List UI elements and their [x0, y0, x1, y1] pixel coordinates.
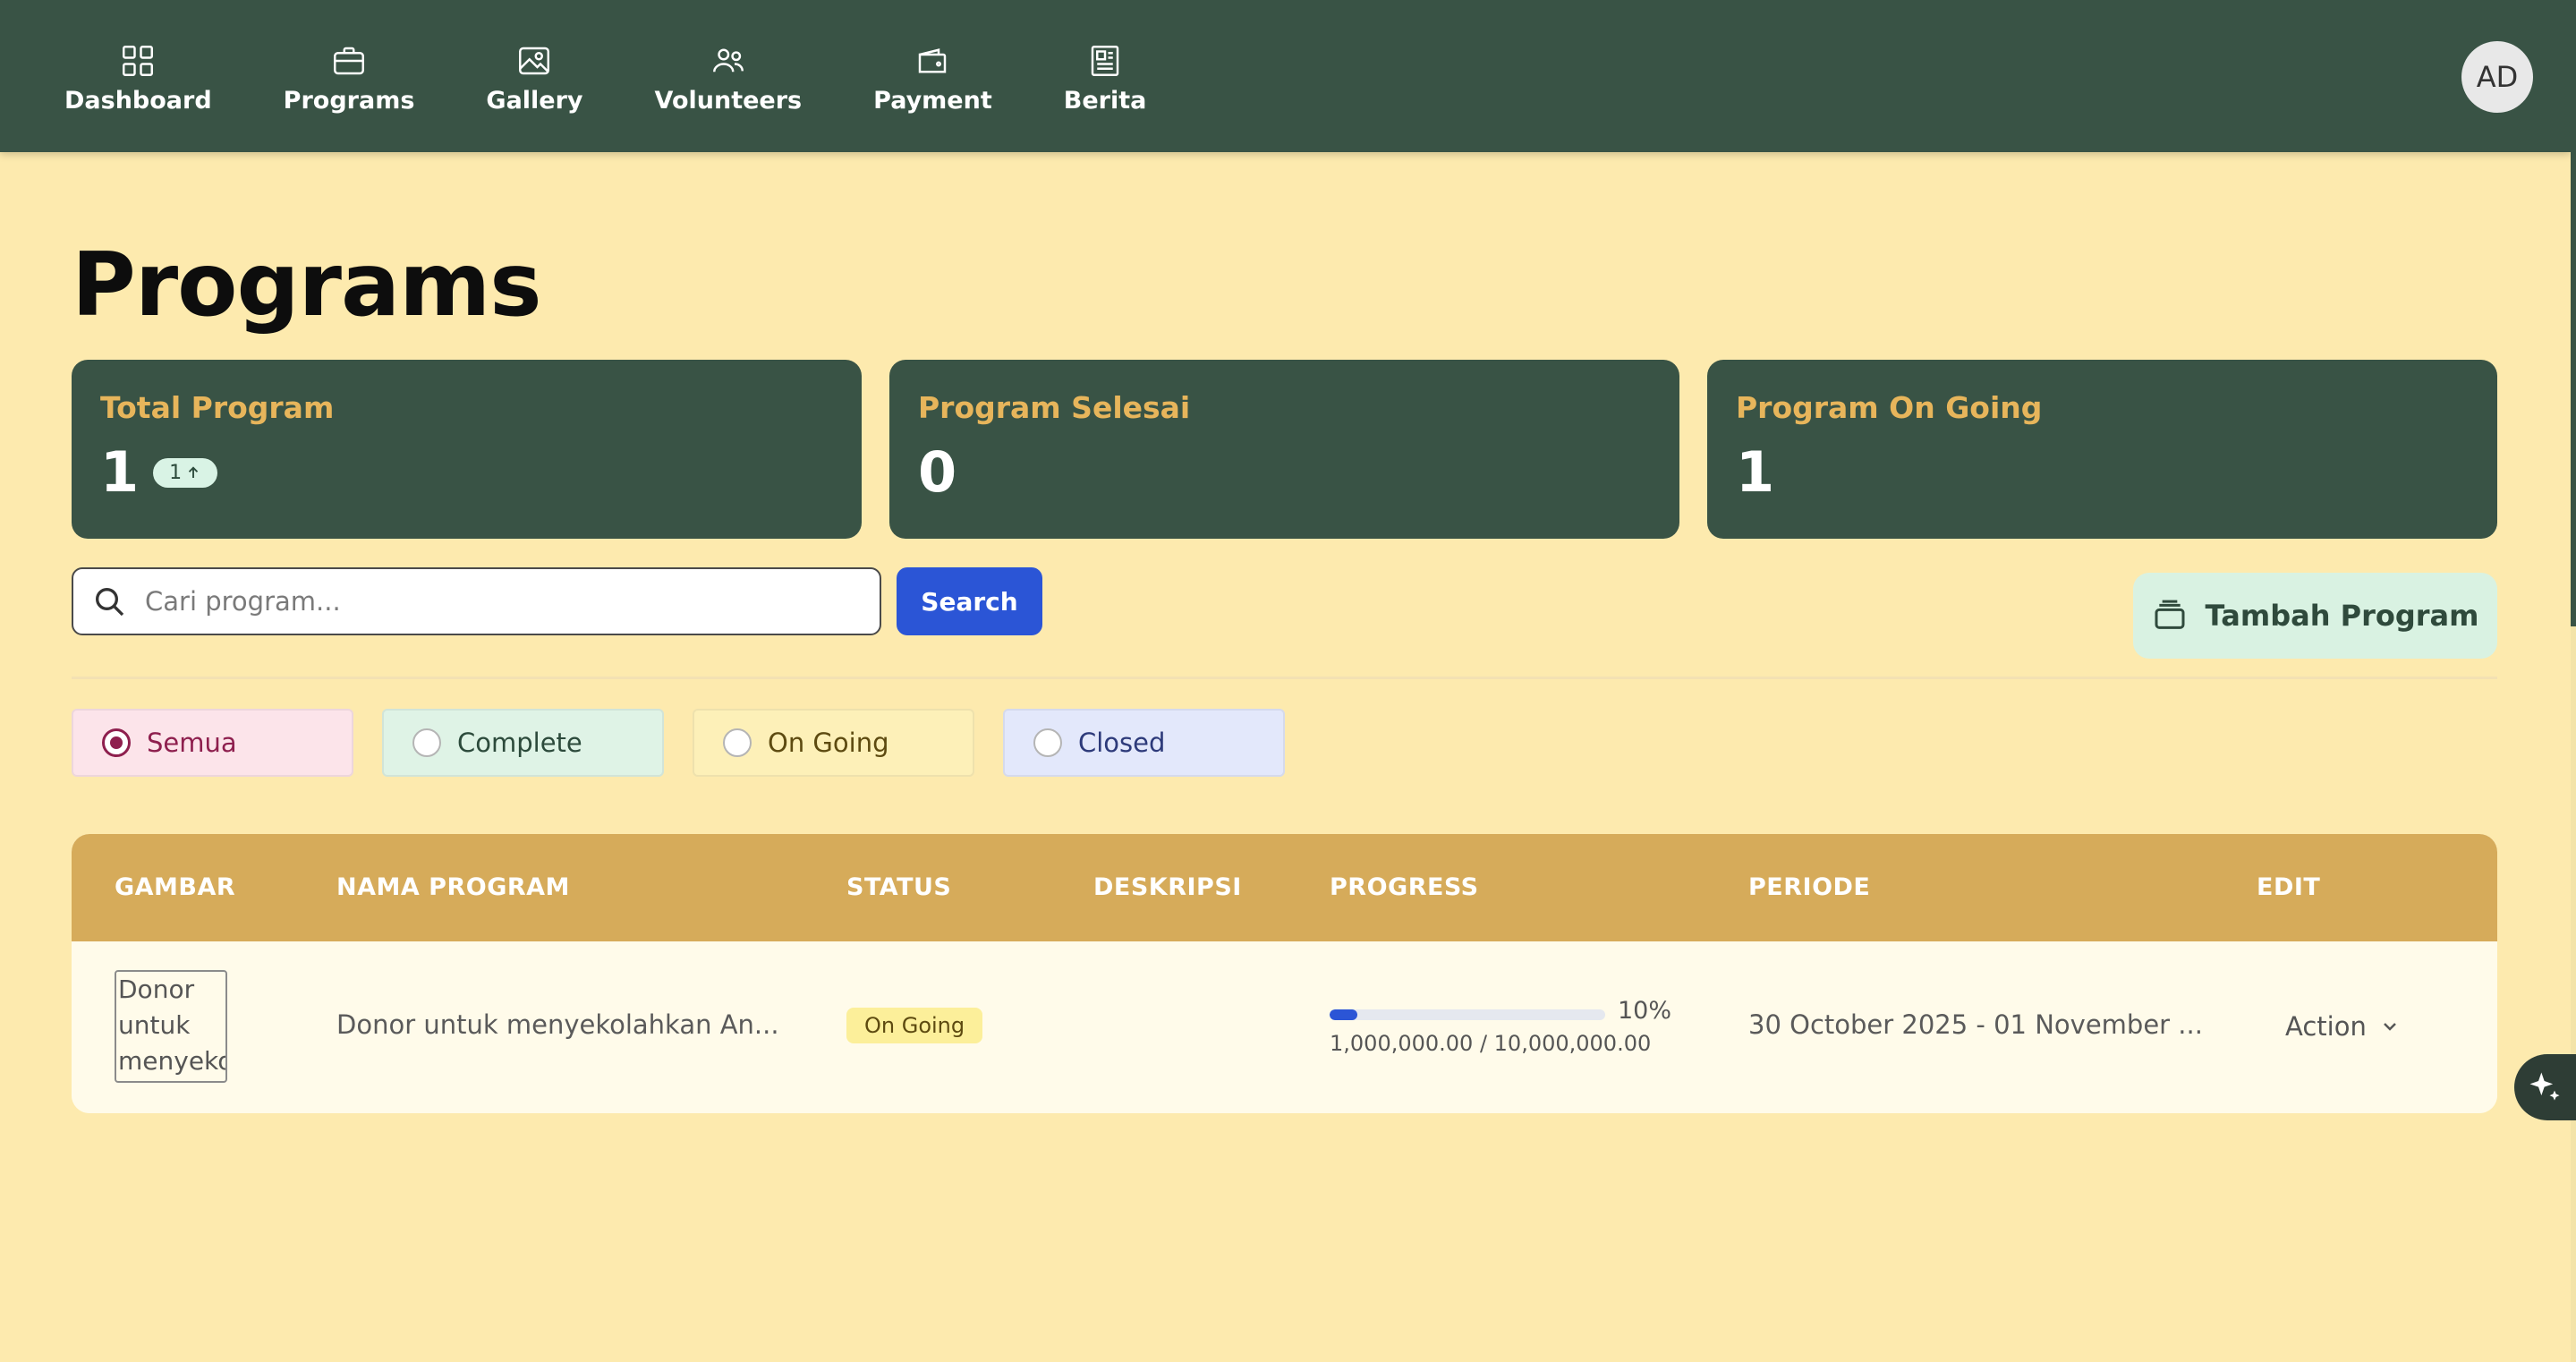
- action-label: Action: [2285, 1011, 2367, 1042]
- programs-table: GAMBAR NAMA PROGRAM STATUS DESKRIPSI PRO…: [72, 834, 2497, 1113]
- divider: [72, 677, 2497, 679]
- program-image: Donor untuk menyeko: [115, 970, 227, 1083]
- stat-title: Total Program: [100, 390, 335, 425]
- status-badge: On Going: [846, 1008, 983, 1043]
- table-header: GAMBAR NAMA PROGRAM STATUS DESKRIPSI PRO…: [72, 834, 2497, 941]
- top-navbar: Dashboard Programs Gallery Volunteers Pa…: [0, 0, 2571, 152]
- nav-label: Volunteers: [654, 86, 803, 115]
- scrollbar-track[interactable]: [2571, 0, 2576, 1362]
- page-title: Programs: [72, 234, 542, 336]
- nav-label: Gallery: [486, 86, 583, 115]
- program-name: Donor untuk menyekolahkan An...: [336, 1009, 779, 1040]
- stat-value: 0: [918, 439, 957, 505]
- filter-label: Complete: [457, 728, 582, 758]
- action-dropdown[interactable]: Action: [2285, 1011, 2401, 1042]
- table-row: Donor untuk menyeko Donor untuk menyekol…: [72, 941, 2497, 1113]
- nav-items: Dashboard Programs Gallery Volunteers Pa…: [64, 38, 1218, 115]
- stat-title: Program Selesai: [918, 390, 1191, 425]
- nav-item-programs[interactable]: Programs: [283, 38, 415, 115]
- progress-amount: 1,000,000.00 / 10,000,000.00: [1330, 1031, 1652, 1056]
- briefcase-icon: [334, 47, 365, 74]
- nav-item-payment[interactable]: Payment: [873, 38, 992, 115]
- avatar[interactable]: AD: [2461, 41, 2533, 113]
- filter-label: Semua: [147, 728, 237, 758]
- th-edit: EDIT: [2257, 873, 2321, 901]
- stat-value: 1: [100, 439, 140, 505]
- image-icon: [519, 47, 550, 74]
- trend-badge: 1: [153, 457, 218, 488]
- stat-title: Program On Going: [1736, 390, 2043, 425]
- filter-closed[interactable]: Closed: [1003, 709, 1285, 777]
- trend-badge-value: 1: [169, 461, 183, 484]
- ai-assistant-button[interactable]: [2514, 1054, 2576, 1120]
- progress-bar: [1330, 1009, 1605, 1020]
- th-progress: PROGRESS: [1330, 873, 1479, 901]
- scrollbar-thumb[interactable]: [2571, 0, 2576, 626]
- search-button[interactable]: Search: [897, 567, 1042, 635]
- th-status: STATUS: [846, 873, 952, 901]
- stat-card-selesai: Program Selesai 0: [889, 360, 1679, 539]
- radio[interactable]: [412, 728, 441, 757]
- radio[interactable]: [723, 728, 752, 757]
- add-program-label: Tambah Program: [2205, 599, 2479, 633]
- search-input[interactable]: [145, 586, 843, 617]
- filter-semua[interactable]: Semua: [72, 709, 353, 777]
- arrow-up-icon: [188, 466, 199, 478]
- th-nama-program: NAMA PROGRAM: [336, 873, 570, 901]
- nav-label: Dashboard: [64, 86, 212, 115]
- filter-complete[interactable]: Complete: [382, 709, 664, 777]
- nav-item-dashboard[interactable]: Dashboard: [64, 38, 212, 115]
- nav-label: Programs: [283, 86, 415, 115]
- radio-checked[interactable]: [102, 728, 131, 757]
- sparkle-icon: [2529, 1072, 2560, 1101]
- radio[interactable]: [1033, 728, 1062, 757]
- add-program-button[interactable]: Tambah Program: [2133, 573, 2497, 659]
- filter-label: Closed: [1078, 728, 1166, 758]
- nav-label: Payment: [873, 86, 992, 115]
- search-icon: [96, 588, 124, 617]
- th-gambar: GAMBAR: [115, 873, 236, 901]
- progress-fill: [1330, 1009, 1357, 1020]
- program-period: 30 October 2025 - 01 November ...: [1748, 1009, 2203, 1040]
- stat-card-total: Total Program 1 1: [72, 360, 862, 539]
- nav-item-volunteers[interactable]: Volunteers: [654, 38, 803, 115]
- stat-card-ongoing: Program On Going 1: [1707, 360, 2497, 539]
- chevron-down-icon: [2383, 1023, 2396, 1031]
- nav-item-gallery[interactable]: Gallery: [486, 38, 583, 115]
- th-deskripsi: DESKRIPSI: [1093, 873, 1242, 901]
- layers-icon: [2155, 600, 2185, 629]
- filter-label: On Going: [768, 728, 889, 758]
- th-periode: PERIODE: [1748, 873, 1871, 901]
- nav-label: Berita: [1063, 86, 1147, 115]
- nav-item-berita[interactable]: Berita: [1063, 38, 1147, 115]
- search-box: [72, 567, 881, 635]
- wallet-icon: [919, 47, 947, 72]
- newspaper-icon: [1091, 45, 1119, 76]
- stat-value: 1: [1736, 439, 1775, 505]
- progress-percent: 10%: [1618, 997, 1672, 1025]
- grid-icon: [123, 45, 154, 76]
- users-icon: [712, 48, 744, 72]
- filter-ongoing[interactable]: On Going: [693, 709, 974, 777]
